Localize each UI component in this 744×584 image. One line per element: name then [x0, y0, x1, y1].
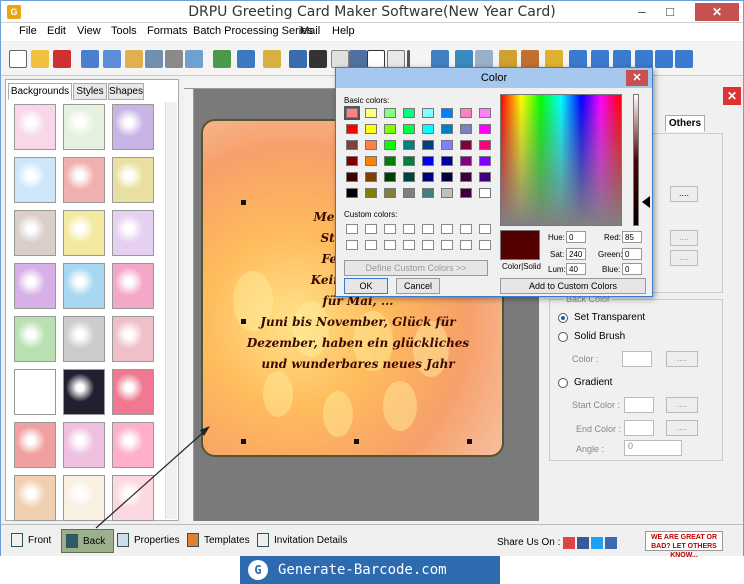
basic-color-swatch[interactable] [346, 188, 358, 198]
luminance-pointer-icon[interactable] [642, 196, 650, 208]
basic-color-swatch[interactable] [346, 124, 358, 134]
color-spectrum[interactable] [500, 94, 622, 226]
custom-color-swatch[interactable] [460, 224, 472, 234]
basic-color-swatch[interactable] [441, 156, 453, 166]
basic-color-swatch[interactable] [460, 108, 472, 118]
basic-color-swatch[interactable] [403, 188, 415, 198]
basic-color-swatch[interactable] [384, 124, 396, 134]
lum-input[interactable]: 40 [566, 263, 586, 275]
color-dialog: Color ✕ Basic colors: Custom colors: Def… [335, 67, 653, 297]
basic-color-swatch[interactable] [422, 124, 434, 134]
custom-color-swatch[interactable] [422, 240, 434, 250]
basic-color-swatch[interactable] [403, 124, 415, 134]
basic-color-swatch[interactable] [365, 188, 377, 198]
basic-color-swatch[interactable] [422, 172, 434, 182]
basic-color-swatch[interactable] [422, 108, 434, 118]
custom-color-swatch[interactable] [365, 224, 377, 234]
watermark-text: Generate-Barcode.com [278, 562, 447, 578]
custom-color-swatch[interactable] [479, 240, 491, 250]
basic-color-swatch[interactable] [365, 172, 377, 182]
red-input[interactable]: 85 [622, 231, 642, 243]
luminance-slider[interactable] [633, 94, 639, 226]
blue-input[interactable]: 0 [622, 263, 642, 275]
basic-color-swatch[interactable] [344, 106, 360, 120]
basic-color-swatch[interactable] [403, 156, 415, 166]
basic-color-swatch[interactable] [479, 188, 491, 198]
green-label: Green: [598, 250, 623, 259]
color-preview [500, 230, 540, 260]
cancel-button[interactable]: Cancel [396, 278, 440, 294]
color-solid-label: Color|Solid [502, 262, 541, 271]
basic-color-swatch[interactable] [441, 108, 453, 118]
basic-color-swatch[interactable] [479, 140, 491, 150]
basic-color-swatch[interactable] [346, 140, 358, 150]
basic-color-swatch[interactable] [479, 108, 491, 118]
basic-color-swatch[interactable] [441, 124, 453, 134]
basic-color-swatch[interactable] [422, 188, 434, 198]
basic-color-swatch[interactable] [384, 156, 396, 166]
color-dialog-close-button[interactable]: ✕ [626, 70, 648, 86]
sat-input[interactable]: 240 [566, 248, 586, 260]
color-dialog-title: Color [336, 68, 652, 88]
custom-color-swatch[interactable] [403, 240, 415, 250]
basic-color-swatch[interactable] [384, 172, 396, 182]
basic-color-swatch[interactable] [365, 140, 377, 150]
ok-button[interactable]: OK [344, 278, 388, 294]
custom-color-swatch[interactable] [460, 240, 472, 250]
basic-color-swatch[interactable] [460, 156, 472, 166]
custom-color-swatch[interactable] [403, 224, 415, 234]
custom-colors-label: Custom colors: [344, 210, 398, 219]
basic-color-swatch[interactable] [365, 124, 377, 134]
custom-color-swatch[interactable] [441, 224, 453, 234]
custom-color-swatch[interactable] [479, 224, 491, 234]
custom-color-swatch[interactable] [365, 240, 377, 250]
basic-color-swatch[interactable] [365, 108, 377, 118]
custom-color-swatch[interactable] [346, 224, 358, 234]
basic-color-swatch[interactable] [384, 188, 396, 198]
basic-color-swatch[interactable] [460, 172, 472, 182]
define-custom-colors-button[interactable]: Define Custom Colors >> [344, 260, 488, 276]
sat-label: Sat: [550, 250, 565, 259]
basic-color-swatch[interactable] [460, 124, 472, 134]
basic-color-swatch[interactable] [441, 188, 453, 198]
basic-color-swatch[interactable] [384, 108, 396, 118]
basic-color-swatch[interactable] [441, 140, 453, 150]
basic-color-swatch[interactable] [422, 140, 434, 150]
basic-color-swatch[interactable] [479, 156, 491, 166]
basic-colors-label: Basic colors: [344, 96, 390, 105]
hue-label: Hue: [548, 233, 565, 242]
basic-color-swatch[interactable] [346, 172, 358, 182]
basic-color-swatch[interactable] [479, 172, 491, 182]
blue-label: Blue: [602, 265, 621, 274]
basic-color-swatch[interactable] [441, 172, 453, 182]
custom-color-swatch[interactable] [441, 240, 453, 250]
red-label: Red: [604, 233, 621, 242]
basic-color-swatch[interactable] [365, 156, 377, 166]
add-to-custom-colors-button[interactable]: Add to Custom Colors [500, 278, 646, 294]
basic-color-swatch[interactable] [403, 172, 415, 182]
basic-color-swatch[interactable] [460, 140, 472, 150]
basic-color-swatch[interactable] [479, 124, 491, 134]
basic-color-swatch[interactable] [403, 140, 415, 150]
basic-color-swatch[interactable] [422, 156, 434, 166]
basic-color-swatch[interactable] [346, 156, 358, 166]
custom-color-swatch[interactable] [384, 224, 396, 234]
watermark-banner: G Generate-Barcode.com [240, 556, 500, 584]
custom-color-swatch[interactable] [422, 224, 434, 234]
lum-label: Lum: [548, 265, 566, 274]
basic-color-swatch[interactable] [384, 140, 396, 150]
basic-color-swatch[interactable] [460, 188, 472, 198]
basic-color-swatch[interactable] [403, 108, 415, 118]
hue-input[interactable]: 0 [566, 231, 586, 243]
green-input[interactable]: 0 [622, 248, 642, 260]
watermark-logo-icon: G [248, 560, 268, 580]
custom-color-swatch[interactable] [384, 240, 396, 250]
custom-color-swatch[interactable] [346, 240, 358, 250]
